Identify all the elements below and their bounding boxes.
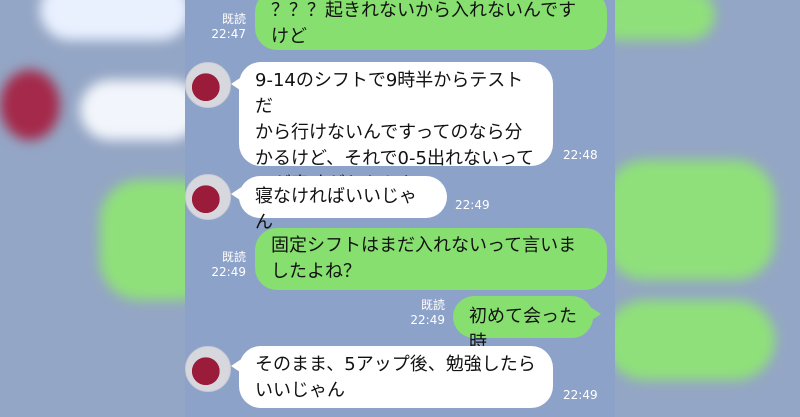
- incoming-message[interactable]: そのまま、5アップ後、勉強したら いいじゃん: [239, 346, 553, 408]
- message-meta: 既読 22:47: [210, 12, 246, 42]
- avatar[interactable]: [185, 62, 231, 108]
- outgoing-message[interactable]: 固定シフトはまだ入れないって言いま したよね？: [255, 228, 607, 290]
- right-blur-panel: [615, 0, 800, 417]
- timestamp: 22:49: [211, 265, 246, 279]
- read-receipt: 既読: [221, 12, 246, 26]
- message-meta: 既読 22:49: [210, 250, 246, 280]
- timestamp: 22:49: [410, 313, 445, 327]
- message-meta: 既読 22:49: [405, 298, 445, 328]
- outgoing-message[interactable]: ？？？起きれないから入れないんです けど: [255, 0, 607, 50]
- avatar[interactable]: [185, 346, 231, 392]
- incoming-message[interactable]: 寝なければいいじゃん: [239, 176, 447, 233]
- timestamp: 22:47: [211, 27, 246, 41]
- read-receipt: 既読: [221, 250, 246, 264]
- chat-thread: 既読 22:47 ？？？起きれないから入れないんです けど 9-14のシフトで9…: [185, 0, 615, 417]
- outgoing-message[interactable]: 初めて会った時: [453, 296, 593, 353]
- left-blur-panel: [0, 0, 185, 417]
- timestamp: 22:48: [563, 148, 598, 162]
- timestamp: 22:49: [455, 198, 490, 212]
- read-receipt: 既読: [420, 298, 445, 312]
- incoming-message[interactable]: 9-14のシフトで9時半からテストだ から行けないんですってのなら分 かるけど、…: [239, 62, 553, 195]
- bubble-tail: [589, 306, 601, 322]
- timestamp: 22:49: [563, 388, 598, 402]
- avatar[interactable]: [185, 174, 231, 220]
